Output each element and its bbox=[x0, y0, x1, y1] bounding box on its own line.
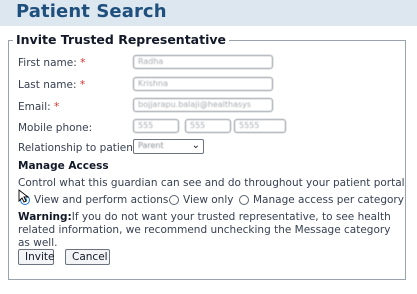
mobile-area-input[interactable]: 555 bbox=[133, 119, 179, 133]
required-mark: * bbox=[79, 79, 86, 91]
radio-manage-per-category[interactable] bbox=[239, 195, 249, 205]
radio-label-manage-per-category[interactable]: Manage access per category bbox=[253, 194, 404, 206]
radio-label-view-and-perform[interactable]: View and perform actions bbox=[34, 194, 168, 206]
chevron-down-icon: ⌄ bbox=[191, 140, 200, 151]
first-name-input[interactable]: Radha bbox=[133, 55, 273, 69]
manage-access-heading: Manage Access bbox=[18, 160, 109, 172]
cancel-button[interactable]: Cancel bbox=[65, 249, 110, 265]
required-mark: * bbox=[80, 57, 86, 69]
manage-access-description: Control what this guardian can see and d… bbox=[18, 177, 405, 189]
radio-label-view-only[interactable]: View only bbox=[183, 194, 233, 206]
mouse-pointer-icon bbox=[18, 189, 30, 203]
mobile-label: Mobile phone: bbox=[18, 122, 93, 134]
invite-button[interactable]: Invite bbox=[18, 249, 54, 265]
panel-legend: Invite Trusted Representative bbox=[13, 32, 230, 47]
radio-view-only[interactable] bbox=[169, 195, 179, 205]
required-mark: * bbox=[54, 101, 60, 113]
page-title: Patient Search bbox=[16, 1, 167, 22]
email-label: Email: * bbox=[18, 101, 60, 113]
email-input[interactable]: bojjarapu.balaji@healthasys bbox=[133, 98, 273, 112]
relationship-label: Relationship to patient: bbox=[18, 142, 141, 154]
warning-label: Warning: bbox=[18, 211, 72, 223]
mobile-line-input[interactable]: 5555 bbox=[234, 119, 286, 133]
warning-message: Warning:If you do not want your trusted … bbox=[18, 211, 398, 250]
relationship-value: Parent bbox=[138, 141, 164, 150]
first-name-label: First name: * bbox=[18, 57, 86, 69]
warning-text: If you do not want your trusted represen… bbox=[18, 211, 391, 249]
last-name-input[interactable]: Krishna bbox=[133, 77, 273, 91]
mobile-prefix-input[interactable]: 555 bbox=[185, 119, 231, 133]
relationship-select[interactable]: Parent ⌄ bbox=[133, 139, 204, 154]
last-name-label: Last name: * bbox=[18, 79, 86, 91]
